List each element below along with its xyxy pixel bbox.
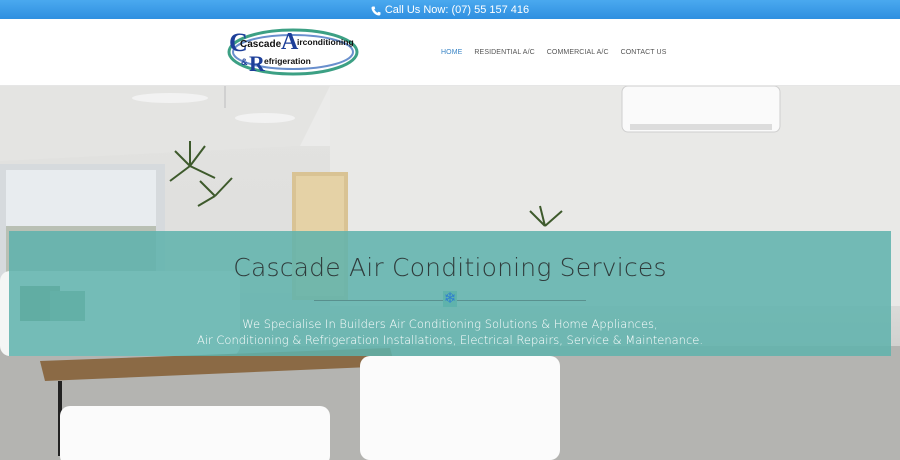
nav-contact-us[interactable]: CONTACT US [615, 49, 673, 56]
phone-icon [371, 6, 381, 16]
nav-residential-ac[interactable]: RESIDENTIAL A/C [468, 49, 540, 56]
logo-airconditioning-text: irconditioning [297, 37, 354, 47]
call-bar[interactable]: Call Us Now: (07) 55 157 416 [0, 0, 900, 19]
call-us-text: Call Us Now: (07) 55 157 416 [384, 3, 530, 16]
site-logo[interactable]: C Cascade A irconditioning & R efrigerat… [227, 25, 359, 77]
logo-graphic: C Cascade A irconditioning & R efrigerat… [227, 28, 359, 76]
logo-amp-text: & [241, 57, 248, 67]
hero-title: Cascade Air Conditioning Services [233, 253, 667, 282]
nav-commercial-ac[interactable]: COMMERCIAL A/C [541, 49, 615, 56]
hero-section: Cascade Air Conditioning Services ❄ We S… [0, 86, 900, 460]
logo-cascade-text: Cascade [240, 39, 282, 50]
hero-banner: Cascade Air Conditioning Services ❄ We S… [9, 231, 891, 356]
site-header: C Cascade A irconditioning & R efrigerat… [0, 19, 900, 86]
snowflake-icon: ❄ [443, 290, 457, 307]
hero-description-line1: We Specialise In Builders Air Conditioni… [242, 317, 658, 331]
main-nav: HOME RESIDENTIAL A/C COMMERCIAL A/C CONT… [435, 19, 672, 86]
hero-description-line2: Air Conditioning & Refrigeration Install… [196, 333, 704, 347]
logo-refrigeration-text: efrigeration [264, 56, 311, 66]
nav-home[interactable]: HOME [435, 49, 468, 56]
